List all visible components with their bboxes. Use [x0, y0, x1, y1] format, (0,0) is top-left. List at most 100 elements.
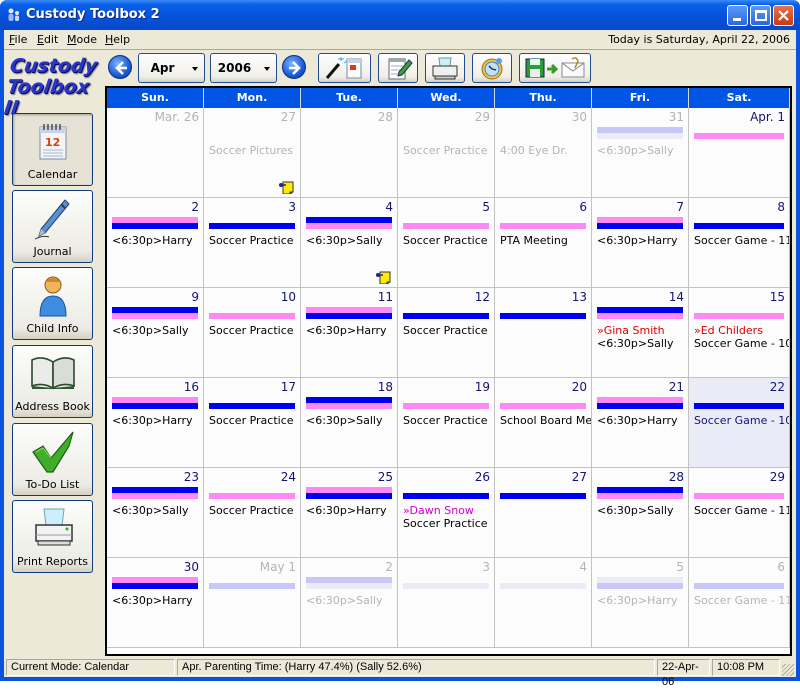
- event-text[interactable]: <6:30p>Sally: [306, 414, 382, 427]
- day-cell[interactable]: 18 <6:30p>Sally: [301, 378, 398, 468]
- event-text[interactable]: <6:30p>Sally: [597, 504, 673, 517]
- event-text[interactable]: Soccer Practice: [209, 414, 294, 427]
- day-cell[interactable]: 4 <6:30p>Sally: [301, 198, 398, 288]
- event-text[interactable]: Soccer Practice: [403, 234, 488, 247]
- day-cell[interactable]: 14 »Gina Smith <6:30p>Sally: [592, 288, 689, 378]
- day-cell[interactable]: 6 Soccer Game - 11a: [689, 558, 790, 648]
- day-cell[interactable]: 24 Soccer Practice: [204, 468, 301, 558]
- day-cell[interactable]: 5 <6:30p>Harry: [592, 558, 689, 648]
- event-text[interactable]: Soccer Game - 11a: [694, 234, 789, 247]
- event-text[interactable]: Soccer Practice: [403, 144, 488, 157]
- event-text[interactable]: Soccer Game - 11a: [694, 594, 789, 607]
- sidebar-item-calendar[interactable]: 12 Calendar: [12, 113, 93, 186]
- event-text[interactable]: <6:30p>Harry: [597, 414, 678, 427]
- day-cell[interactable]: 19 Soccer Practice: [398, 378, 495, 468]
- event-text[interactable]: Soccer Practice: [209, 504, 294, 517]
- day-cell[interactable]: 20 School Board Meeti: [495, 378, 592, 468]
- event-text[interactable]: <6:30p>Harry: [112, 594, 193, 607]
- event-text[interactable]: <6:30p>Harry: [306, 504, 387, 517]
- day-cell[interactable]: 29 Soccer Game - 11a: [689, 468, 790, 558]
- title-bar[interactable]: Custody Toolbox 2: [0, 0, 800, 30]
- day-cell[interactable]: 26 »Dawn Snow Soccer Practice: [398, 468, 495, 558]
- event-text[interactable]: <6:30p>Sally: [112, 324, 188, 337]
- day-cell[interactable]: 21 <6:30p>Harry: [592, 378, 689, 468]
- event-text[interactable]: Soccer Game - 10a: [694, 414, 789, 427]
- day-cell[interactable]: 30 <6:30p>Harry: [107, 558, 204, 648]
- day-cell[interactable]: 3 Soccer Practice: [204, 198, 301, 288]
- day-cell[interactable]: May 1: [204, 558, 301, 648]
- sidebar-item-address-book[interactable]: Address Book: [12, 345, 93, 418]
- event-text[interactable]: Soccer Practice: [403, 517, 488, 530]
- event-text[interactable]: <6:30p>Harry: [597, 594, 678, 607]
- event-text[interactable]: <6:30p>Harry: [306, 324, 387, 337]
- event-text[interactable]: <6:30p>Harry: [597, 234, 678, 247]
- event-text[interactable]: Soccer Pictures: [209, 144, 293, 157]
- event-text[interactable]: »Gina Smith: [597, 324, 665, 337]
- day-cell[interactable]: 12 Soccer Practice: [398, 288, 495, 378]
- day-cell[interactable]: 29 Soccer Practice: [398, 108, 495, 198]
- event-text[interactable]: »Dawn Snow: [403, 504, 474, 517]
- sidebar-item-journal[interactable]: Journal: [12, 190, 93, 263]
- day-cell[interactable]: 7 <6:30p>Harry: [592, 198, 689, 288]
- event-text[interactable]: <6:30p>Sally: [306, 234, 382, 247]
- day-cell[interactable]: 4: [495, 558, 592, 648]
- day-cell[interactable]: 22 Soccer Game - 10a: [689, 378, 790, 468]
- menu-edit[interactable]: Edit: [37, 33, 58, 46]
- schedule-wizard-button[interactable]: [318, 53, 371, 83]
- next-month-button[interactable]: [280, 53, 310, 83]
- day-cell[interactable]: 11 <6:30p>Harry: [301, 288, 398, 378]
- day-cell[interactable]: 28 <6:30p>Sally: [592, 468, 689, 558]
- event-text[interactable]: <6:30p>Sally: [306, 594, 382, 607]
- resize-grip[interactable]: [782, 664, 794, 676]
- day-cell[interactable]: 30 4:00 Eye Dr.: [495, 108, 592, 198]
- close-button[interactable]: [773, 5, 794, 26]
- prev-month-button[interactable]: [106, 53, 136, 83]
- event-text[interactable]: Soccer Practice: [209, 234, 294, 247]
- event-text[interactable]: Soccer Practice: [209, 324, 294, 337]
- day-cell[interactable]: 28: [301, 108, 398, 198]
- minimize-button[interactable]: [727, 5, 748, 26]
- day-cell[interactable]: 9 <6:30p>Sally: [107, 288, 204, 378]
- day-cell[interactable]: 3: [398, 558, 495, 648]
- event-text[interactable]: »Ed Childers: [694, 324, 763, 337]
- journal-note-icon[interactable]: [375, 270, 391, 284]
- event-text[interactable]: <6:30p>Harry: [112, 234, 193, 247]
- menu-mode[interactable]: Mode: [67, 33, 97, 46]
- journal-note-icon[interactable]: [278, 180, 294, 194]
- month-select[interactable]: Apr: [138, 53, 205, 83]
- event-text[interactable]: 4:00 Eye Dr.: [500, 144, 567, 157]
- menu-help[interactable]: Help: [105, 33, 130, 46]
- day-cell[interactable]: 13: [495, 288, 592, 378]
- day-cell[interactable]: 2 <6:30p>Harry: [107, 198, 204, 288]
- clock-button[interactable]: [472, 53, 512, 83]
- sidebar-item-child-info[interactable]: Child Info: [12, 267, 93, 340]
- day-cell[interactable]: 27 Soccer Pictures: [204, 108, 301, 198]
- day-cell[interactable]: 31 <6:30p>Sally: [592, 108, 689, 198]
- print-button[interactable]: [425, 53, 465, 83]
- event-text[interactable]: Soccer Game - 10a: [694, 337, 789, 350]
- edit-notes-button[interactable]: [378, 53, 418, 83]
- day-cell[interactable]: 5 Soccer Practice: [398, 198, 495, 288]
- day-cell[interactable]: 17 Soccer Practice: [204, 378, 301, 468]
- maximize-button[interactable]: [750, 5, 771, 26]
- day-cell[interactable]: 25 <6:30p>Harry: [301, 468, 398, 558]
- event-text[interactable]: <6:30p>Sally: [112, 504, 188, 517]
- day-cell[interactable]: 27: [495, 468, 592, 558]
- event-text[interactable]: Soccer Practice: [403, 414, 488, 427]
- event-text[interactable]: <6:30p>Sally: [597, 144, 673, 157]
- sidebar-item-print-reports[interactable]: Print Reports: [12, 500, 93, 573]
- day-cell[interactable]: 10 Soccer Practice: [204, 288, 301, 378]
- day-cell[interactable]: 16 <6:30p>Harry: [107, 378, 204, 468]
- event-text[interactable]: Soccer Game - 11a: [694, 504, 789, 517]
- event-text[interactable]: <6:30p>Sally: [597, 337, 673, 350]
- event-text[interactable]: PTA Meeting: [500, 234, 568, 247]
- menu-file[interactable]: File: [9, 33, 27, 46]
- day-cell[interactable]: Mar. 26: [107, 108, 204, 198]
- event-text[interactable]: <6:30p>Harry: [112, 414, 193, 427]
- day-cell[interactable]: 8 Soccer Game - 11a: [689, 198, 790, 288]
- day-cell[interactable]: 23 <6:30p>Sally: [107, 468, 204, 558]
- event-text[interactable]: School Board Meeti: [500, 414, 591, 427]
- year-select[interactable]: 2006: [210, 53, 277, 83]
- event-text[interactable]: Soccer Practice: [403, 324, 488, 337]
- day-cell[interactable]: 6 PTA Meeting: [495, 198, 592, 288]
